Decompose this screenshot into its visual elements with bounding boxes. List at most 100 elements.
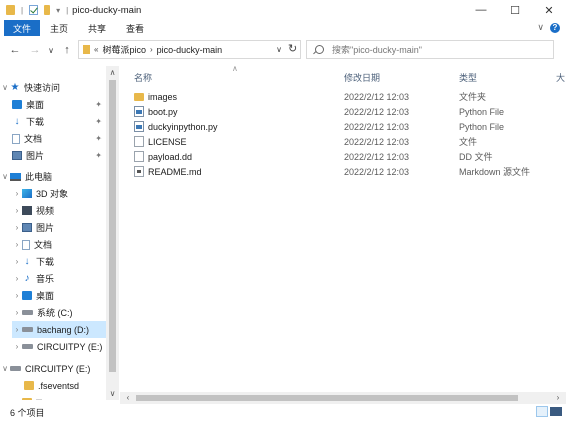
close-button[interactable]: ✕ — [532, 0, 566, 20]
music-icon: ♪ — [24, 273, 30, 284]
address-dropdown-icon[interactable]: ∨ — [276, 45, 282, 54]
sidebar-item-pc-downloads[interactable]: › ↓ 下载 — [12, 253, 106, 270]
recent-locations-button[interactable]: ∨ — [44, 46, 58, 55]
tab-view[interactable]: 查看 — [116, 20, 154, 36]
file-row[interactable]: LICENSE 2022/2/12 12:03 文件 — [134, 134, 554, 149]
forward-button[interactable]: → — [28, 44, 42, 56]
markdown-file-icon — [134, 166, 144, 177]
sidebar-item-desktop[interactable]: 桌面 ✦ — [12, 96, 106, 113]
chevron-right-icon[interactable]: › — [12, 398, 22, 400]
sidebar-item-pc-pictures[interactable]: › 图片 — [12, 219, 106, 236]
python-file-icon — [134, 121, 144, 132]
sidebar-item-drive-c[interactable]: › 系统 (C:) — [12, 304, 106, 321]
sidebar-item-music[interactable]: › ♪ 音乐 — [12, 270, 106, 287]
scroll-down-icon[interactable]: ∨ — [106, 389, 119, 398]
sidebar-item-lib[interactable]: › lib — [12, 394, 106, 400]
sidebar-item-3d-objects[interactable]: › 3D 对象 — [12, 185, 106, 202]
customize-toolbar-icon[interactable]: ▾ — [56, 6, 60, 15]
sidebar-item-this-pc[interactable]: ∨ 此电脑 — [0, 168, 106, 185]
large-icons-view-icon[interactable] — [550, 407, 562, 416]
sidebar-item-documents[interactable]: 文档 ✦ — [12, 130, 106, 147]
sidebar-item-downloads[interactable]: ↓ 下载 ✦ — [12, 113, 106, 130]
tab-share[interactable]: 共享 — [78, 20, 116, 36]
new-folder-icon[interactable] — [44, 5, 51, 15]
up-button[interactable]: ↑ — [60, 44, 74, 56]
scroll-right-icon[interactable]: › — [552, 392, 564, 404]
chevron-right-icon[interactable]: › — [12, 240, 22, 249]
refresh-button[interactable]: ↻ — [288, 42, 297, 55]
pin-icon[interactable]: ✦ — [95, 151, 102, 160]
chevron-right-icon[interactable]: › — [12, 189, 22, 198]
drive-icon — [22, 344, 33, 349]
scrollbar-thumb[interactable] — [109, 80, 116, 372]
breadcrumb-parent[interactable]: 树莓派pico — [102, 43, 146, 56]
item-count: 6 个项目 — [10, 408, 45, 418]
minimize-button[interactable]: — — [464, 0, 498, 20]
column-header-name[interactable]: 名称 — [134, 68, 152, 86]
column-header-date[interactable]: 修改日期 — [344, 68, 380, 86]
file-name: README.md — [148, 166, 202, 177]
address-row: ← → ∨ ↑ « 树莓派pico › pico-ducky-main ∨ ↻ … — [0, 38, 566, 62]
chevron-right-icon[interactable]: › — [12, 308, 22, 317]
sidebar-item-drive-d[interactable]: › bachang (D:) — [12, 321, 106, 338]
details-view-icon[interactable] — [536, 406, 548, 417]
chevron-down-icon[interactable]: ∨ — [0, 83, 10, 92]
sidebar-item-pc-desktop[interactable]: › 桌面 — [12, 287, 106, 304]
back-button[interactable]: ← — [8, 44, 22, 56]
chevron-right-icon[interactable]: › — [12, 291, 22, 300]
scroll-left-icon[interactable]: ‹ — [122, 392, 134, 404]
file-list: ∧ 名称 修改日期 类型 大 images 2022/2/12 12:03 文件… — [120, 64, 566, 392]
file-date: 2022/2/12 12:03 — [344, 166, 410, 177]
sidebar-item-videos[interactable]: › 视频 — [12, 202, 106, 219]
sidebar-item-circuitpy-root[interactable]: ∨ CIRCUITPY (E:) — [0, 360, 106, 377]
file-date: 2022/2/12 12:03 — [344, 91, 410, 102]
file-name: payload.dd — [148, 151, 193, 162]
overflow-icon[interactable]: « — [94, 45, 98, 54]
address-bar[interactable]: « 树莓派pico › pico-ducky-main ∨ — [78, 40, 301, 59]
video-icon — [22, 206, 32, 215]
folder-icon — [24, 381, 34, 390]
column-header-type[interactable]: 类型 — [459, 68, 477, 86]
horizontal-scrollbar[interactable]: ‹ › — [120, 392, 566, 404]
expand-ribbon-icon[interactable]: ∨ — [537, 22, 544, 33]
ribbon-tabs: 文件 主页 共享 查看 ∨ ? — [0, 20, 566, 36]
help-icon[interactable]: ? — [550, 22, 560, 33]
scrollbar-thumb[interactable] — [136, 395, 518, 401]
file-row[interactable]: images 2022/2/12 12:03 文件夹 — [134, 89, 554, 104]
chevron-right-icon[interactable]: › — [12, 223, 22, 232]
chevron-right-icon[interactable]: › — [12, 257, 22, 266]
sidebar-item-fseventsd[interactable]: .fseventsd — [24, 377, 106, 394]
chevron-right-icon[interactable]: › — [12, 206, 22, 215]
chevron-right-icon[interactable]: › — [12, 342, 22, 351]
breadcrumb-current[interactable]: pico-ducky-main — [157, 45, 223, 55]
column-header-size[interactable]: 大 — [556, 68, 565, 86]
file-row[interactable]: duckyinpython.py 2022/2/12 12:03 Python … — [134, 119, 554, 134]
pin-icon[interactable]: ✦ — [95, 117, 102, 126]
picture-icon — [22, 223, 32, 232]
sidebar-item-pictures[interactable]: 图片 ✦ — [12, 147, 106, 164]
desktop-icon — [22, 291, 32, 300]
sidebar-item-quick-access[interactable]: ∨ ★ 快速访问 — [0, 79, 106, 96]
navigation-pane: ∨ ★ 快速访问 桌面 ✦ ↓ 下载 ✦ 文档 ✦ 图片 ✦ ∨ 此电脑 › 3… — [0, 66, 120, 400]
maximize-button[interactable]: ☐ — [498, 0, 532, 20]
tab-file[interactable]: 文件 — [4, 20, 41, 36]
pin-icon[interactable]: ✦ — [95, 134, 102, 143]
window-title: pico-ducky-main — [72, 4, 142, 16]
picture-icon — [12, 151, 22, 160]
sidebar-item-drive-e[interactable]: › CIRCUITPY (E:) — [12, 338, 106, 355]
chevron-right-icon[interactable]: › — [12, 274, 22, 283]
file-row[interactable]: boot.py 2022/2/12 12:03 Python File — [134, 104, 554, 119]
file-row[interactable]: README.md 2022/2/12 12:03 Markdown 源文件 — [134, 164, 554, 179]
chevron-right-icon[interactable]: › — [12, 325, 22, 334]
scroll-up-icon[interactable]: ∧ — [106, 68, 119, 77]
search-input[interactable]: 搜索"pico-ducky-main" — [306, 40, 554, 59]
tab-home[interactable]: 主页 — [40, 20, 78, 36]
chevron-down-icon[interactable]: ∨ — [0, 364, 10, 373]
file-date: 2022/2/12 12:03 — [344, 136, 410, 147]
chevron-down-icon[interactable]: ∨ — [0, 172, 10, 181]
file-row[interactable]: payload.dd 2022/2/12 12:03 DD 文件 — [134, 149, 554, 164]
navigation-scrollbar[interactable]: ∧ ∨ — [106, 66, 119, 400]
sidebar-item-pc-documents[interactable]: › 文档 — [12, 236, 106, 253]
properties-icon[interactable] — [29, 5, 39, 15]
pin-icon[interactable]: ✦ — [95, 100, 102, 109]
